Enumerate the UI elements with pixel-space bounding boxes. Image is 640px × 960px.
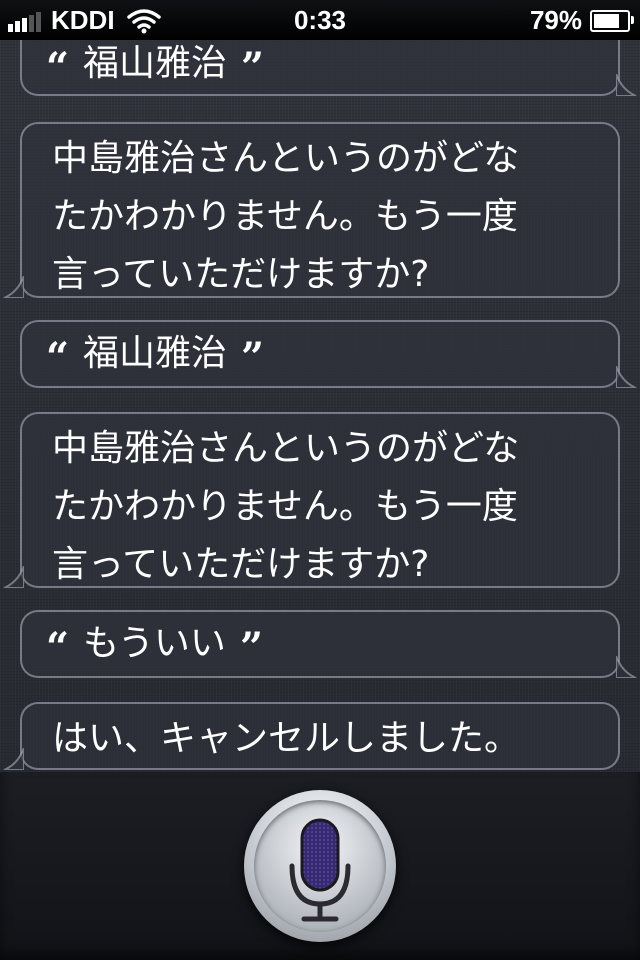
bubble-tail bbox=[616, 74, 637, 96]
conversation[interactable]: “ 福山雅治 ” 中島雅治さんというのがどな たかわかりません。もう一度 言っていた… bbox=[0, 40, 640, 772]
bubble-tail bbox=[3, 276, 24, 298]
battery-fill bbox=[594, 13, 619, 28]
siri-line: たかわかりません。もう一度 bbox=[52, 196, 518, 237]
siri-bubble: はい、キャンセルしました。 bbox=[3, 702, 620, 770]
battery-percent: 79% bbox=[529, 5, 582, 35]
quote-open-icon: “ bbox=[46, 334, 70, 381]
quote-close-icon: ” bbox=[241, 44, 265, 91]
siri-bubble: 中島雅治さんというのがどな たかわかりません。もう一度 言っていただけますか? bbox=[3, 122, 620, 298]
quote-open-icon: “ bbox=[46, 44, 70, 91]
quote-close-icon: ” bbox=[239, 624, 263, 671]
user-bubble: “ 福山雅治 ” bbox=[20, 40, 637, 96]
siri-line: 中島雅治さんというのがどな bbox=[52, 428, 520, 469]
microphone-icon bbox=[289, 818, 351, 922]
siri-bubble: 中島雅治さんというのがどな たかわかりません。もう一度 言っていただけますか? bbox=[3, 412, 620, 588]
user-utterance: 福山雅治 bbox=[83, 43, 228, 84]
siri-line: たかわかりません。もう一度 bbox=[52, 486, 518, 527]
status-bar: KDDI 0:33 79% bbox=[0, 0, 640, 40]
microphone-button-face[interactable] bbox=[254, 800, 386, 932]
siri-line: 言っていただけますか? bbox=[52, 254, 430, 295]
user-utterance: 福山雅治 bbox=[83, 333, 228, 374]
siri-line: はい、キャンセルしました。 bbox=[52, 718, 521, 759]
quote-open-icon: “ bbox=[46, 624, 70, 671]
user-utterance: もういい bbox=[83, 623, 226, 664]
status-right: 79% bbox=[529, 5, 634, 36]
bubble-tail bbox=[616, 656, 637, 678]
siri-line: 中島雅治さんというのがどな bbox=[52, 138, 520, 179]
bubble-tail bbox=[616, 366, 637, 388]
battery-icon bbox=[590, 9, 634, 32]
siri-line: 言っていただけますか? bbox=[52, 544, 430, 585]
user-bubble: “ 福山雅治 ” bbox=[20, 320, 637, 388]
user-bubble: “ もういい ” bbox=[20, 610, 637, 678]
bubble-tail bbox=[3, 566, 24, 588]
bubble-tail bbox=[3, 748, 24, 770]
siri-bottom-bar bbox=[0, 772, 640, 960]
quote-close-icon: ” bbox=[241, 334, 265, 381]
siri-microphone-button[interactable] bbox=[244, 790, 396, 942]
